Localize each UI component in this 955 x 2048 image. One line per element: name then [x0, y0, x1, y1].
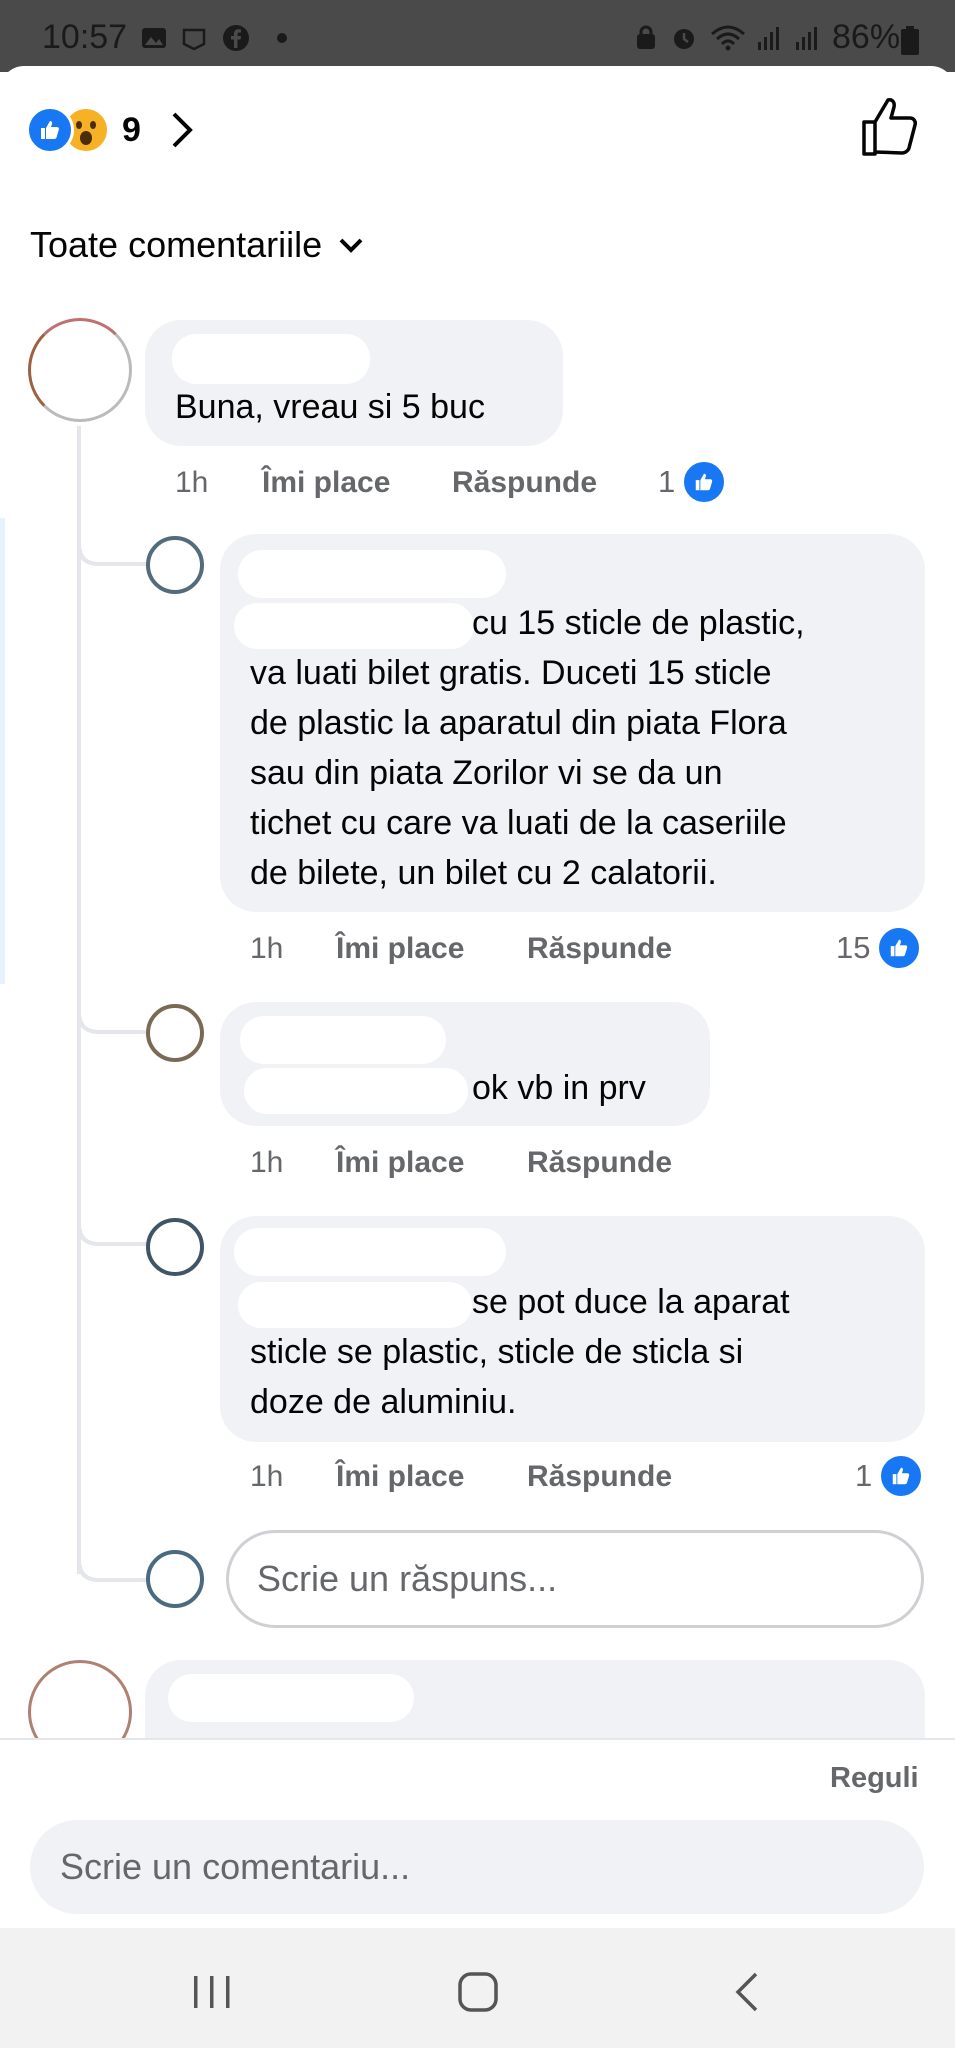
like-comment-button[interactable]: Îmi place [336, 1146, 464, 1180]
reply-comment-button[interactable]: Răspunde [527, 1146, 672, 1180]
reply-text-line: sticle se plastic, sticle de sticla si [250, 1333, 744, 1371]
comment-input[interactable]: Scrie un comentariu... [30, 1820, 924, 1914]
reply-text-line: doze de aluminiu. [250, 1383, 517, 1421]
hidden-mention[interactable] [238, 1282, 472, 1328]
signal-icon [796, 27, 817, 50]
thread-connector [77, 1200, 149, 1246]
comment-text: Buna, vreau si 5 buc [175, 388, 485, 426]
reply-input[interactable]: Scrie un răspuns... [226, 1530, 924, 1628]
comment-time: 1h [250, 1146, 284, 1179]
like-reaction-icon [26, 106, 74, 154]
comment-time: 1h [250, 1460, 284, 1493]
status-time: 10:57 [42, 18, 128, 56]
reply-text-line: de bilete, un bilet cu 2 calatorii. [250, 854, 717, 892]
reaction-count-value: 15 [836, 930, 871, 965]
comment-input-placeholder: Scrie un comentariu... [60, 1846, 411, 1887]
comments-filter-dropdown[interactable]: Toate comentariile [30, 224, 364, 266]
comments-filter-label: Toate comentariile [30, 224, 323, 265]
divider [0, 1738, 955, 1740]
my-avatar [146, 1550, 204, 1608]
reply-comment-button[interactable]: Răspunde [527, 932, 672, 966]
home-icon[interactable] [456, 1970, 500, 2014]
reply-text-line: va luati bilet gratis. Duceti 15 sticle [250, 654, 772, 692]
reply-text-line: cu 15 sticle de plastic, [472, 604, 805, 642]
hidden-mention[interactable] [234, 603, 474, 649]
like-badge-icon [681, 459, 728, 505]
like-badge-icon [878, 1453, 925, 1499]
thread-connector [77, 520, 149, 566]
hidden-author-name[interactable] [168, 1674, 414, 1722]
rtv-icon [182, 28, 206, 51]
avatar[interactable] [146, 536, 204, 594]
rules-link[interactable]: Reguli [830, 1762, 919, 1795]
reply-text-line: de plastic la aparatul din piata Flora [250, 704, 787, 742]
comment-reaction-count[interactable]: 1 [658, 459, 728, 505]
gallery-icon [142, 28, 166, 48]
reaction-count-value: 1 [855, 1458, 873, 1493]
thumbs-up-icon[interactable] [860, 96, 918, 158]
dot-icon [277, 33, 287, 43]
reply-comment-button[interactable]: Răspunde [527, 1460, 672, 1494]
reply-text-line: tichet cu care va luati de la caseriile [250, 804, 787, 842]
like-comment-button[interactable]: Îmi place [336, 1460, 464, 1494]
comment-time: 1h [175, 466, 209, 499]
like-comment-button[interactable]: Îmi place [336, 932, 464, 966]
thread-connector [77, 1536, 149, 1582]
comment-time: 1h [250, 932, 284, 965]
avatar[interactable] [146, 1004, 204, 1062]
reactions-count: 9 [122, 110, 141, 149]
alarm-icon [674, 29, 694, 49]
recent-apps-icon[interactable] [190, 1972, 234, 2012]
chevron-right-icon [172, 112, 193, 148]
like-badge-icon [876, 925, 923, 971]
signal-icon [758, 27, 779, 50]
reply-text-line: se pot duce la aparat [472, 1283, 790, 1321]
like-comment-button[interactable]: Îmi place [262, 466, 390, 500]
hidden-author-name[interactable] [238, 550, 506, 598]
comment-reaction-count[interactable]: 15 [836, 925, 923, 971]
hidden-author-name[interactable] [172, 334, 370, 384]
back-icon[interactable] [730, 1970, 764, 2014]
highlight-bar [0, 518, 5, 984]
reply-input-placeholder: Scrie un răspuns... [257, 1558, 558, 1599]
reply-text-line: ok vb in prv [472, 1069, 646, 1107]
avatar[interactable] [146, 1218, 204, 1276]
wifi-icon [711, 25, 745, 51]
avatar[interactable] [28, 318, 132, 422]
reaction-count-value: 1 [658, 464, 676, 499]
facebook-icon [223, 25, 249, 51]
hidden-author-name[interactable] [234, 1228, 506, 1276]
lock-icon [637, 25, 655, 49]
reply-text-line: sau din piata Zorilor vi se da un [250, 754, 723, 792]
comment-reaction-count[interactable]: 1 [855, 1453, 925, 1499]
battery-percentage: 86% [832, 18, 901, 56]
thread-connector [77, 988, 149, 1034]
reactions-summary[interactable]: 9 [26, 102, 195, 158]
chevron-down-icon [339, 238, 363, 253]
hidden-mention[interactable] [244, 1068, 468, 1114]
reply-comment-button[interactable]: Răspunde [452, 466, 597, 500]
hidden-author-name[interactable] [240, 1016, 446, 1064]
battery-icon [901, 26, 919, 55]
